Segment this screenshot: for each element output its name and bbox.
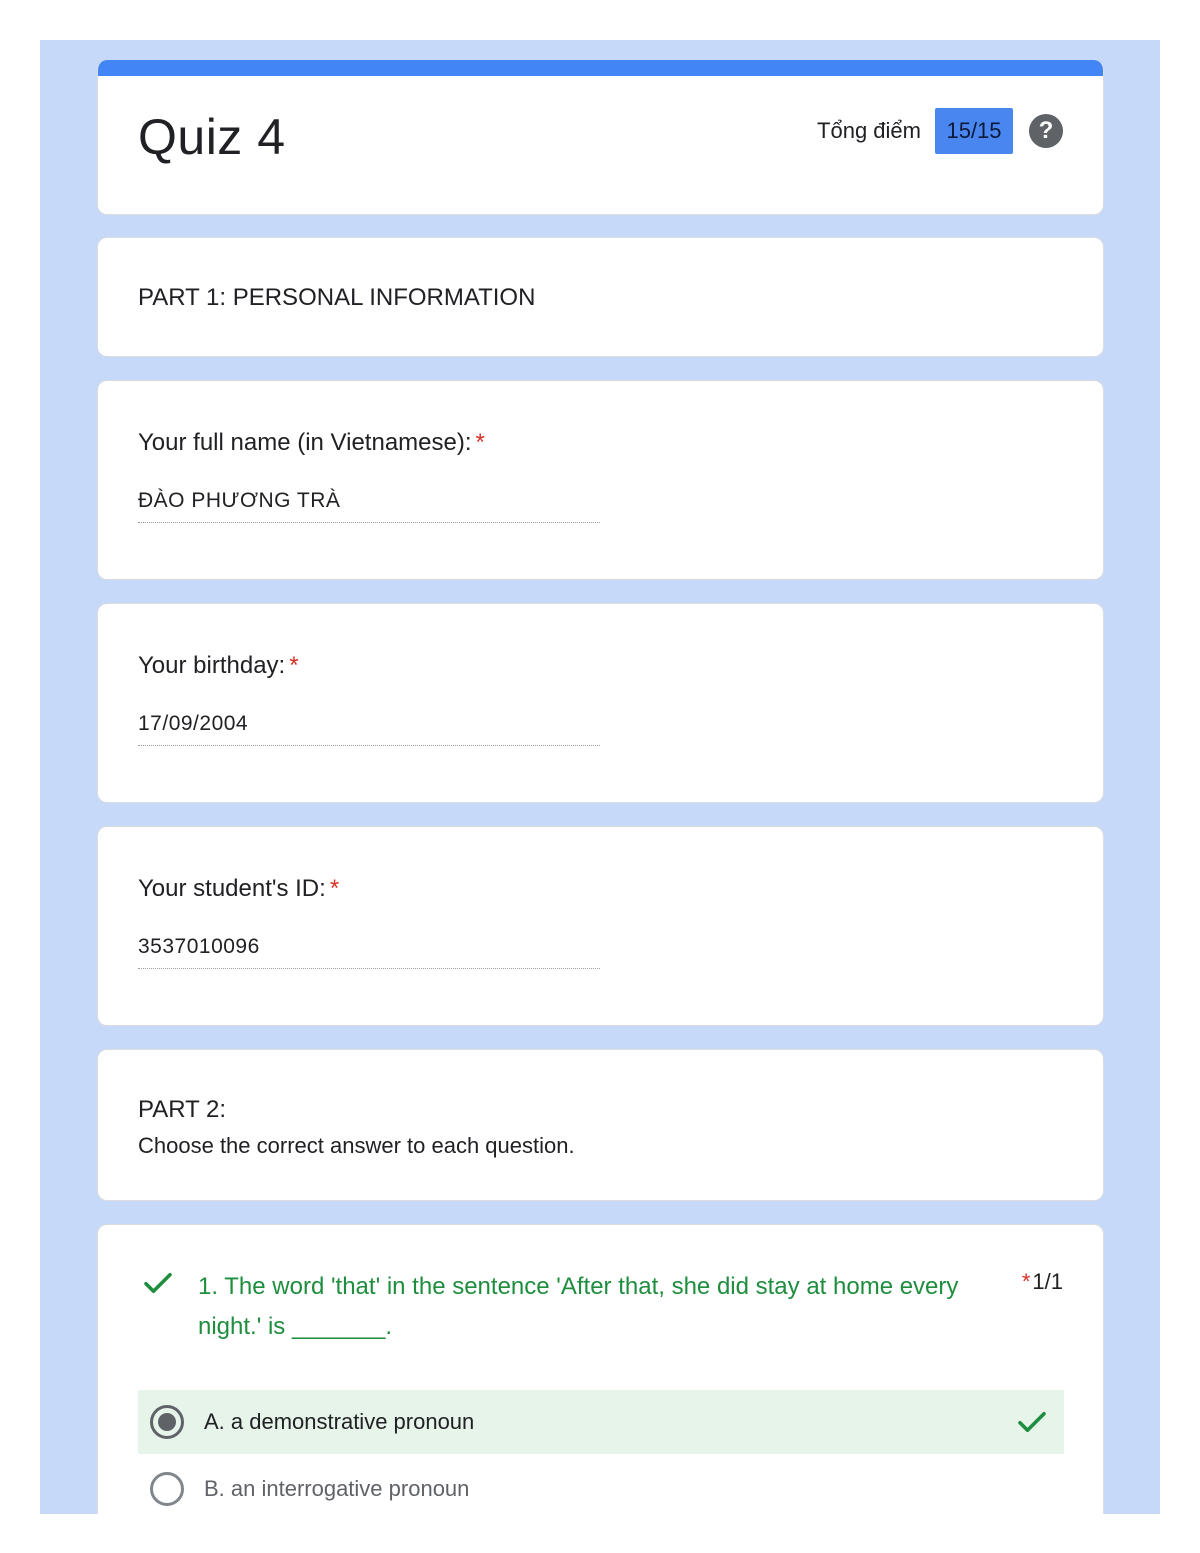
section-part2-title: PART 2: (138, 1096, 227, 1123)
total-score: Tổng điểm 15/15 ? (817, 108, 1063, 154)
full-name-answer: ĐÀO PHƯƠNG TRÀ (138, 489, 600, 523)
question-label-text: Your student's ID: (138, 875, 326, 902)
question-student-id-label: Your student's ID: * (138, 875, 339, 903)
check-icon (144, 1272, 172, 1294)
question-student-id-card: Your student's ID: * 3537010096 (97, 826, 1104, 1026)
help-circle-icon[interactable]: ? (1029, 114, 1063, 148)
points-value: 1/1 (1032, 1269, 1063, 1294)
question-label-text: Your full name (in Vietnamese): (138, 429, 472, 456)
section-part1-card: PART 1: PERSONAL INFORMATION (97, 237, 1104, 357)
option-b-label: B. an interrogative pronoun (204, 1476, 470, 1501)
question-1-points: *1/1 (1022, 1269, 1063, 1295)
option-b[interactable]: B. an interrogative pronoun (138, 1457, 1064, 1514)
student-id-answer: 3537010096 (138, 935, 600, 969)
required-mark: * (329, 875, 340, 902)
form-background: Quiz 4 Tổng điểm 15/15 ? PART 1: PERSONA… (40, 40, 1160, 1514)
question-1-card: 1. The word 'that' in the sentence 'Afte… (97, 1224, 1104, 1514)
section-part2-card: PART 2: Choose the correct answer to eac… (97, 1049, 1104, 1201)
question-full-name-card: Your full name (in Vietnamese): * ĐÀO PHƯ… (97, 380, 1104, 580)
question-full-name-label: Your full name (in Vietnamese): * (138, 429, 485, 457)
header-card: Quiz 4 Tổng điểm 15/15 ? (97, 60, 1104, 215)
section-part2-description: Choose the correct answer to each questi… (138, 1133, 575, 1158)
page-title: Quiz 4 (138, 109, 286, 165)
radio-selected-icon[interactable] (150, 1405, 184, 1439)
section-part1-title: PART 1: PERSONAL INFORMATION (138, 284, 536, 311)
correct-check-icon (1018, 1411, 1046, 1433)
question-birthday-label: Your birthday: * (138, 652, 299, 680)
score-label: Tổng điểm (817, 118, 921, 143)
required-mark: * (289, 652, 299, 679)
header-accent-bar (98, 60, 1103, 76)
birthday-answer: 17/09/2004 (138, 712, 600, 746)
required-mark: * (1021, 1269, 1031, 1294)
option-a[interactable]: A. a demonstrative pronoun (138, 1390, 1064, 1454)
question-birthday-card: Your birthday: * 17/09/2004 (97, 603, 1104, 803)
question-1-text: 1. The word 'that' in the sentence 'Afte… (198, 1273, 959, 1340)
option-a-label: A. a demonstrative pronoun (204, 1409, 475, 1434)
question-label-text: Your birthday: (138, 652, 286, 679)
required-mark: * (475, 429, 485, 456)
score-badge: 15/15 (935, 108, 1013, 154)
radio-unselected-icon[interactable] (150, 1472, 184, 1506)
